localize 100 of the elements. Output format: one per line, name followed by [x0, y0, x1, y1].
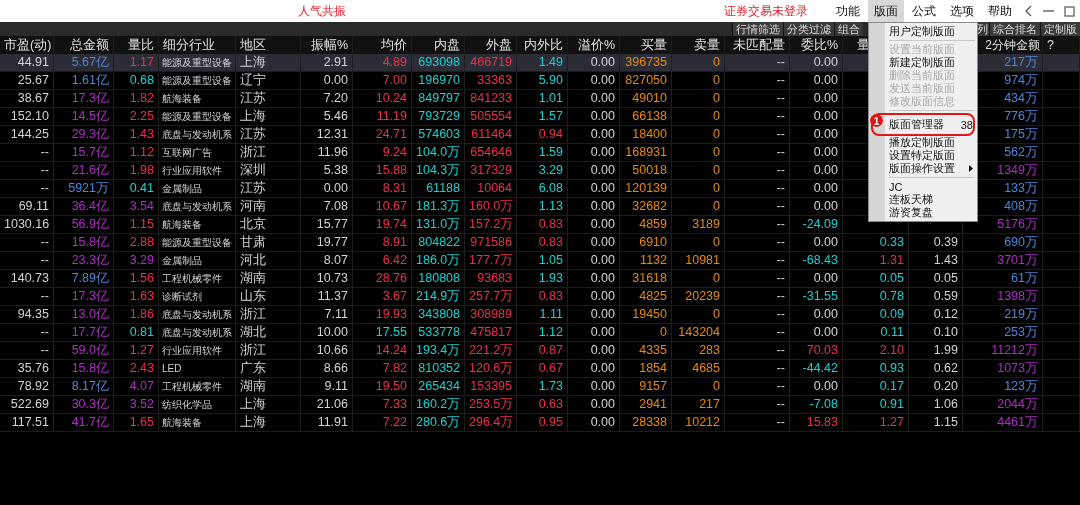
table-cell: 0.00	[568, 288, 620, 305]
table-cell: 航海装备	[159, 414, 236, 431]
table-cell: --	[0, 324, 54, 341]
table-cell: 0.00	[568, 144, 620, 161]
table-cell: 15.8亿	[54, 234, 114, 251]
table-cell: 上海	[236, 108, 301, 125]
column-header[interactable]: 市盈(动)	[4, 38, 52, 52]
table-cell: 0.00	[568, 90, 620, 107]
column-header[interactable]: 细分行业	[163, 38, 215, 52]
column-header[interactable]: 2分钟金额	[985, 38, 1040, 52]
table-cell: 10.00	[301, 324, 353, 341]
table-cell: 0.00	[790, 324, 843, 341]
table-cell: 3.29	[517, 162, 568, 179]
column-header[interactable]: 地区	[240, 38, 266, 52]
table-cell: 104.3万	[412, 162, 465, 179]
table-cell: 0.00	[790, 54, 843, 71]
table-cell: 0.00	[568, 378, 620, 395]
table-cell: 28338	[620, 414, 672, 431]
table-cell: --	[725, 180, 790, 197]
table-cell: 25.67	[0, 72, 54, 89]
column-header[interactable]: 振幅%	[310, 38, 348, 52]
table-cell: 航海装备	[159, 90, 236, 107]
table-cell: 1.65	[114, 414, 159, 431]
table-cell: 690万	[963, 234, 1043, 251]
column-header[interactable]: 内盘	[434, 38, 460, 52]
table-cell: 1.12	[114, 144, 159, 161]
table-cell: 浙江	[236, 144, 301, 161]
toolbar-button[interactable]: 综合排名	[989, 22, 1040, 36]
table-cell: 654646	[465, 144, 517, 161]
menu-item[interactable]: 选项	[944, 0, 980, 22]
menu-item-label: 发送当前版面	[889, 81, 955, 96]
column-header[interactable]: 量	[857, 38, 870, 52]
table-cell: 0	[620, 324, 672, 341]
table-cell: --	[725, 396, 790, 413]
table-cell: 金属制品	[159, 252, 236, 269]
table-cell: 1.43	[909, 252, 963, 269]
table-cell: 1.63	[114, 288, 159, 305]
table-cell: 1.49	[517, 54, 568, 71]
table-cell: 7.00	[353, 72, 412, 89]
menu-item[interactable]: 功能	[830, 0, 866, 22]
table-cell: 38.67	[0, 90, 54, 107]
table-cell: 265434	[412, 378, 465, 395]
table-cell: 1.59	[517, 144, 568, 161]
table-cell: 0	[672, 72, 725, 89]
column-header[interactable]: 未匹配量	[733, 38, 785, 52]
toolbar-button[interactable]: 行情筛选	[732, 22, 783, 36]
table-cell: 61万	[963, 270, 1043, 287]
table-cell: 280.6万	[412, 414, 465, 431]
column-header[interactable]: 溢价%	[577, 38, 615, 52]
maximize-icon[interactable]	[1064, 5, 1075, 17]
table-cell: 互联网广告	[159, 144, 236, 161]
table-cell: 0.00	[568, 306, 620, 323]
column-header[interactable]: 量比	[128, 38, 154, 52]
table-cell: 2.43	[114, 360, 159, 377]
column-header[interactable]: 外盘	[486, 38, 512, 52]
table-cell: 辽宁	[236, 72, 301, 89]
table-cell: 1.86	[114, 306, 159, 323]
table-cell: -7.08	[790, 396, 843, 413]
table-cell: 214.9万	[412, 288, 465, 305]
table-cell: 工程机械零件	[159, 378, 236, 395]
column-header[interactable]: 委比%	[800, 38, 838, 52]
login-status: 证券交易未登录	[724, 2, 808, 20]
table-cell: 317329	[465, 162, 517, 179]
menu-item[interactable]: 1 版面管理器 38	[869, 113, 977, 136]
table-cell: 144.25	[0, 126, 54, 143]
toolbar-button[interactable]: 分类过滤	[783, 22, 834, 36]
table-cell: 20239	[672, 288, 725, 305]
table-cell: 59.0亿	[54, 342, 114, 359]
table-cell: 上海	[236, 54, 301, 71]
menu-item[interactable]: 用户定制版面	[869, 25, 977, 38]
menu-item[interactable]: 版面	[868, 0, 904, 22]
table-cell: 3.52	[114, 396, 159, 413]
table-cell: 7.22	[353, 414, 412, 431]
column-header[interactable]: 均价	[381, 38, 407, 52]
table-cell: 10981	[672, 252, 725, 269]
table-cell: 4335	[620, 342, 672, 359]
table-cell: 0.87	[517, 342, 568, 359]
table-cell: 4685	[672, 360, 725, 377]
table-cell: 0.33	[843, 234, 909, 251]
table-cell: 1.15	[114, 216, 159, 233]
toolbar-button[interactable]: 组合	[834, 22, 863, 36]
table-cell: 1.31	[843, 252, 909, 269]
menu-item[interactable]: 公式	[906, 0, 942, 22]
table-cell: 804822	[412, 234, 465, 251]
column-header[interactable]: 内外比	[524, 38, 563, 52]
table-cell: 0.83	[517, 216, 568, 233]
column-header[interactable]: ?	[1047, 38, 1054, 52]
table-cell: 0.00	[568, 72, 620, 89]
toolbar-button[interactable]: 定制版	[1040, 22, 1080, 36]
menu-item[interactable]: 帮助	[982, 0, 1018, 22]
menu-item-label: 设置当前版面	[889, 42, 955, 57]
column-header[interactable]: 买量	[641, 38, 667, 52]
back-icon[interactable]	[1025, 5, 1033, 17]
table-cell: --	[725, 162, 790, 179]
table-cell: 湖南	[236, 378, 301, 395]
table-cell: 广东	[236, 360, 301, 377]
column-header[interactable]: 总金额	[70, 38, 109, 52]
table-cell: 23.3亿	[54, 252, 114, 269]
table-cell: 0	[672, 234, 725, 251]
column-header[interactable]: 卖量	[694, 38, 720, 52]
